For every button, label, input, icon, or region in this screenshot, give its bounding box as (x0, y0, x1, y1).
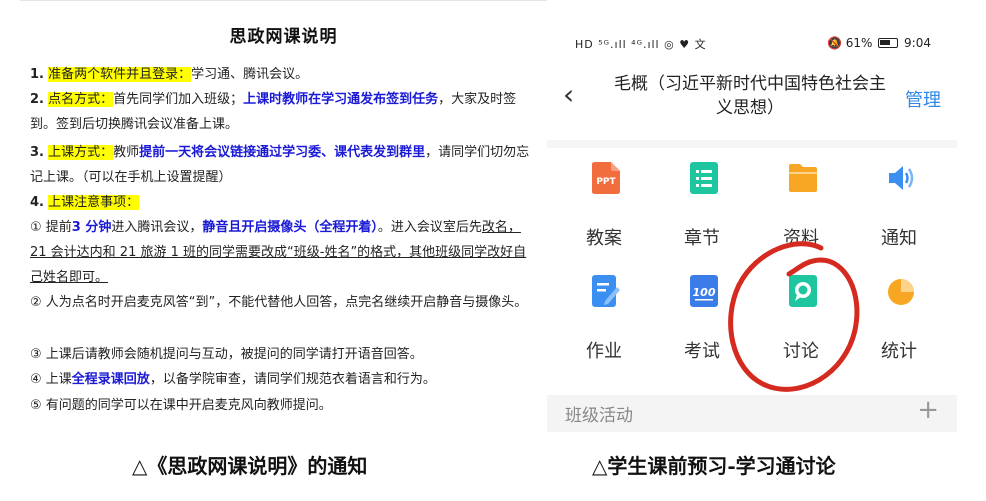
mute-icon: 🔕 (826, 36, 842, 50)
item-3-heading: 上课方式： (48, 145, 114, 160)
grid-item-lesson-plan[interactable]: PPT 教案 (556, 162, 652, 252)
item-4-number: 4. (30, 195, 44, 210)
svg-text:100: 100 (693, 286, 716, 299)
add-activity-icon[interactable]: + (917, 395, 939, 425)
item-2-text-a: 首先同学们加入班级； (113, 92, 244, 107)
note-1: ① 提前3 分钟进入腾讯会议，静音且开启摄像头（全程开着）。进入会议室后先改名，… (30, 215, 537, 290)
note-4-b: 全程录课回放 (71, 372, 150, 387)
item-3-number: 3. (30, 145, 44, 160)
speaker-icon (889, 166, 914, 190)
red-annotation-circle (728, 241, 860, 392)
grid-label-homework: 作业 (586, 341, 622, 362)
note-4-a: ④ 上课 (30, 372, 72, 387)
document-title: 思政网课说明 (229, 27, 338, 47)
manage-button[interactable]: 管理 (905, 86, 941, 112)
item-4-heading: 上课注意事项： (48, 195, 140, 210)
note-5: ⑤ 有问题的同学可以在课中开启麦克风向教师提问。 (30, 398, 332, 413)
grid-item-homework[interactable]: 作业 (556, 275, 652, 365)
item-2: 2. 点名方式：首先同学们加入班级；上课时教师在学习通发布签到任务，大家及时签到… (30, 87, 537, 137)
note-1-e: 。进入会议室后先 (377, 220, 482, 235)
item-3-text-b: 提前一天将会议链接通过学习委、课代表发到群里 (139, 145, 426, 160)
note-4: ④ 上课全程录课回放，以备学院审查，请同学们规范衣着语言和行为。 (30, 367, 537, 392)
item-2-number: 2. (30, 92, 44, 107)
item-1-heading: 准备两个软件并且登录： (48, 67, 192, 82)
chapter-list-icon (690, 162, 718, 194)
item-3-text-a: 教师 (113, 145, 140, 160)
page-top-rule (20, 0, 547, 1)
grid-label-lesson-plan: 教案 (586, 228, 622, 249)
homework-icon (592, 275, 620, 307)
course-title: 毛概（习近平新时代中国特色社会主义思想） (614, 74, 886, 118)
phone-screen: HD ⁵ᴳ.ıll ⁴ᴳ.ıll ◎ ♥ 文 🔕 61% 9:04 ‹ 毛概（习… (547, 0, 957, 432)
svg-text:PPT: PPT (596, 177, 616, 187)
item-4: 4. 上课注意事项： (30, 190, 537, 215)
note-2: ② 人为点名时开启麦克风答“到”，不能代替他人回答，点完名继续开启静音与摄像头。 (30, 295, 528, 310)
battery-percent: 61% (845, 36, 873, 50)
course-nav-bar: ‹ 毛概（习近平新时代中国特色社会主义思想） 管理 (547, 66, 957, 130)
back-chevron-icon[interactable]: ‹ (563, 78, 574, 111)
status-bar: HD ⁵ᴳ.ıll ⁴ᴳ.ıll ◎ ♥ 文 🔕 61% 9:04 (547, 30, 957, 56)
clock: 9:04 (904, 36, 931, 50)
item-2-heading: 点名方式： (48, 92, 114, 107)
note-1-d: 静音且开启摄像头（全程开着） (202, 220, 378, 235)
item-1-number: 1. (30, 67, 44, 82)
note-4-c: ，以备学院审查，请同学们规范衣着语言和行为。 (149, 372, 436, 387)
caption-left: △《思政网课说明》的通知 (132, 454, 368, 478)
item-2-text-b: 上课时教师在学习通发布签到任务 (243, 92, 439, 107)
exam-100-icon: 100 (690, 275, 718, 307)
item-1: 1. 准备两个软件并且登录：学习通、腾讯会议。 (30, 62, 537, 87)
battery-icon (878, 38, 899, 48)
nav-separator (547, 140, 957, 148)
item-1-text: 学习通、腾讯会议。 (191, 67, 309, 82)
caption-right: △学生课前预习-学习通讨论 (592, 454, 836, 478)
note-1-b: 3 分钟 (71, 220, 112, 235)
class-activity-section: 班级活动 + (547, 395, 957, 432)
note-1-a: ① 提前 (30, 220, 72, 235)
ppt-icon: PPT (592, 162, 620, 194)
note-3: ③ 上课后请教师会随机提问与互动，被提问的同学请打开语音回答。 (30, 347, 423, 362)
status-indicators: HD ⁵ᴳ.ıll ⁴ᴳ.ıll ◎ ♥ 文 (575, 38, 707, 51)
course-notice-document: 思政网课说明 1. 准备两个软件并且登录：学习通、腾讯会议。 2. 点名方式：首… (20, 0, 547, 432)
class-activity-label: 班级活动 (565, 406, 633, 426)
item-3: 3. 上课方式：教师提前一天将会议链接通过学习委、课代表发到群里，请同学们切勿忘… (30, 140, 537, 190)
pie-chart-icon (888, 279, 914, 305)
status-right-group: 🔕 61% 9:04 (827, 36, 931, 50)
folder-icon (789, 164, 817, 192)
note-1-c: 进入腾讯会议， (111, 220, 203, 235)
